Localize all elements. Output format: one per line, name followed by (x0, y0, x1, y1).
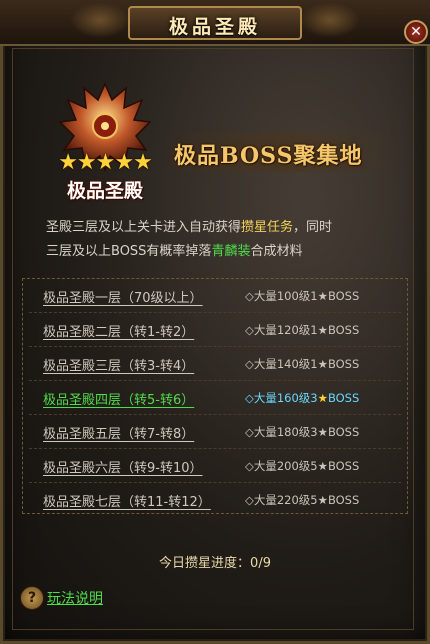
close-icon: ✕ (410, 24, 422, 40)
reward-boss: BOSS (327, 323, 360, 337)
desc-text: 圣殿三层及以上关卡进入自动获得 (46, 220, 242, 235)
stage-link[interactable]: 极品圣殿六层（转9-转10） (43, 457, 203, 476)
star-task-highlight: 攒星任务 (241, 220, 294, 235)
star-icon: ★ (317, 459, 328, 473)
star-icon: ★ (317, 425, 328, 439)
stage-row[interactable]: 极品圣殿二层（转1-转2） ◇大量120级1★BOSS (23, 313, 407, 347)
stage-row[interactable]: 极品圣殿三层（转3-转4） ◇大量140级1★BOSS (23, 347, 407, 381)
reward-boss: BOSS (327, 391, 360, 405)
help-label[interactable]: 玩法说明 (47, 588, 103, 608)
stage-row[interactable]: 极品圣殿六层（转9-转10） ◇大量200级5★BOSS (23, 449, 407, 483)
reward-boss: BOSS (327, 289, 360, 303)
stage-reward: ◇大量200级5★BOSS (245, 458, 359, 474)
desc-text: 合成材料 (250, 244, 303, 259)
question-icon: ? (20, 586, 44, 610)
description-line-1: 圣殿三层及以上关卡进入自动获得攒星任务，同时 (46, 216, 396, 240)
reward-boss: BOSS (327, 493, 360, 507)
stage-reward: ◇大量140级1★BOSS (245, 356, 359, 372)
stage-row[interactable]: 极品圣殿七层（转11-转12） ◇大量220级5★BOSS (23, 483, 407, 517)
stage-reward: ◇大量120级1★BOSS (245, 322, 359, 338)
title-bar: 极品圣殿 ✕ (0, 0, 430, 46)
stage-row[interactable]: 极品圣殿一层（70级以上） ◇大量100级1★BOSS (23, 279, 407, 313)
reward-boss: BOSS (327, 357, 360, 371)
reward-text: ◇大量180级3 (245, 425, 318, 439)
progress-label: 今日攒星进度： (159, 556, 251, 571)
dragon-ornament-right-icon (300, 2, 360, 38)
stage-link[interactable]: 极品圣殿二层（转1-转2） (43, 321, 194, 340)
reward-text: ◇大量200级5 (245, 459, 318, 473)
stage-reward: ◇大量180级3★BOSS (245, 424, 359, 440)
progress-value: 0/9 (250, 556, 271, 571)
stage-reward: ◇大量100级1★BOSS (245, 288, 359, 304)
emblem-label: 极品圣殿 (66, 180, 143, 202)
reward-boss: BOSS (327, 425, 360, 439)
star-icon: ★ (317, 391, 328, 405)
stage-row-active[interactable]: 极品圣殿四层（转5-转6） ◇大量160级3★BOSS (23, 381, 407, 415)
stage-link[interactable]: 极品圣殿五层（转7-转8） (43, 423, 194, 442)
star-icon: ★ (317, 357, 328, 371)
stage-reward: ◇大量160级3★BOSS (245, 390, 359, 406)
boss-banner-text: 极品BOSS聚集地 (174, 143, 363, 169)
star-icon: ★ (317, 289, 328, 303)
dragon-ornament-left-icon (70, 2, 130, 38)
stage-reward: ◇大量220级5★BOSS (245, 492, 359, 508)
reward-text: ◇大量220级5 (245, 493, 318, 507)
stage-link[interactable]: 极品圣殿三层（转3-转4） (43, 355, 194, 374)
star-icon: ★ (317, 493, 328, 507)
reward-text: ◇大量140级1 (245, 357, 318, 371)
stage-link[interactable]: 极品圣殿四层（转5-转6） (43, 389, 194, 408)
desc-text: ，同时 (293, 220, 333, 235)
stage-link[interactable]: 极品圣殿一层（70级以上） (43, 287, 203, 306)
stage-link[interactable]: 极品圣殿七层（转11-转12） (43, 491, 211, 510)
window-title: 极品圣殿 (168, 16, 261, 38)
stage-row[interactable]: 极品圣殿五层（转7-转8） ◇大量180级3★BOSS (23, 415, 407, 449)
desc-text: 三层及以上BOSS有概率掉落 (46, 244, 212, 259)
close-button[interactable]: ✕ (404, 20, 428, 44)
star-progress: 今日攒星进度：0/9 (0, 552, 430, 571)
reward-text: ◇大量100级1 (245, 289, 318, 303)
stage-list: 极品圣殿一层（70级以上） ◇大量100级1★BOSS 极品圣殿二层（转1-转2… (22, 278, 408, 514)
equipment-highlight: 青麟装 (211, 244, 251, 259)
description: 圣殿三层及以上关卡进入自动获得攒星任务，同时 三层及以上BOSS有概率掉落青麟装… (46, 216, 396, 264)
description-line-2: 三层及以上BOSS有概率掉落青麟装合成材料 (46, 240, 396, 264)
reward-text: ◇大量120级1 (245, 323, 318, 337)
emblem-stars: ★★★★★ (58, 150, 153, 175)
boss-banner: 极品BOSS聚集地 (160, 132, 405, 172)
reward-boss: BOSS (327, 459, 360, 473)
reward-text: ◇大量160级3 (245, 391, 318, 405)
star-icon: ★ (317, 323, 328, 337)
title-plate: 极品圣殿 (128, 6, 302, 40)
